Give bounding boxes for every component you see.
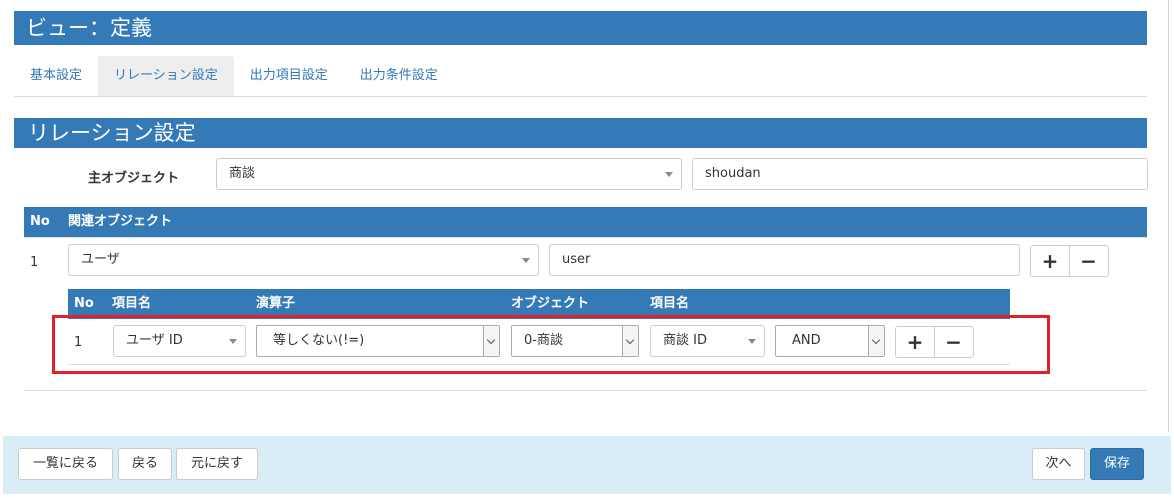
back-button[interactable]: 戻る [118, 448, 172, 480]
back-to-list-button[interactable]: 一覧に戻る [18, 448, 113, 480]
tab-output-items[interactable]: 出力項目設定 [234, 56, 344, 96]
divider [24, 237, 1147, 238]
save-button[interactable]: 保存 [1090, 448, 1144, 480]
related-object-select-value: ユーザ [81, 252, 120, 267]
highlight-box [52, 315, 1050, 374]
footer-bar: 一覧に戻る 戻る 元に戻す 次へ 保存 [3, 436, 1171, 494]
tab-output-conditions[interactable]: 出力条件設定 [344, 56, 454, 96]
section-title: リレーション設定 [14, 118, 1147, 148]
relation-row-no: 1 [30, 255, 39, 270]
tab-relation-settings[interactable]: リレーション設定 [98, 56, 234, 96]
add-relation-button[interactable]: + [1031, 246, 1069, 276]
main-object-select[interactable]: 商談 [216, 158, 682, 190]
related-object-alias-input[interactable]: user [549, 244, 1020, 276]
frame-border [1168, 0, 1169, 432]
tab-basic-settings[interactable]: 基本設定 [14, 56, 98, 96]
remove-relation-button[interactable]: − [1069, 246, 1107, 276]
page-title: ビュー：定義 [14, 11, 1147, 45]
relation-header-object: 関連オブジェクト [68, 214, 173, 229]
main-object-label: 主オブジェクト [88, 171, 180, 186]
revert-button[interactable]: 元に戻す [176, 448, 258, 480]
divider [24, 390, 1147, 391]
chevron-down-icon [522, 258, 530, 263]
chevron-down-icon [665, 172, 673, 177]
main-object-select-value: 商談 [229, 166, 256, 181]
tab-bar: 基本設定 リレーション設定 出力項目設定 出力条件設定 [14, 56, 1147, 97]
relation-row-button-group: + − [1030, 245, 1109, 277]
relation-table-header: No 関連オブジェクト [24, 207, 1147, 237]
main-object-alias-input[interactable]: shoudan [692, 158, 1148, 190]
relation-header-no: No [30, 214, 50, 229]
related-object-select[interactable]: ユーザ [68, 244, 539, 276]
next-button[interactable]: 次へ [1032, 448, 1085, 480]
